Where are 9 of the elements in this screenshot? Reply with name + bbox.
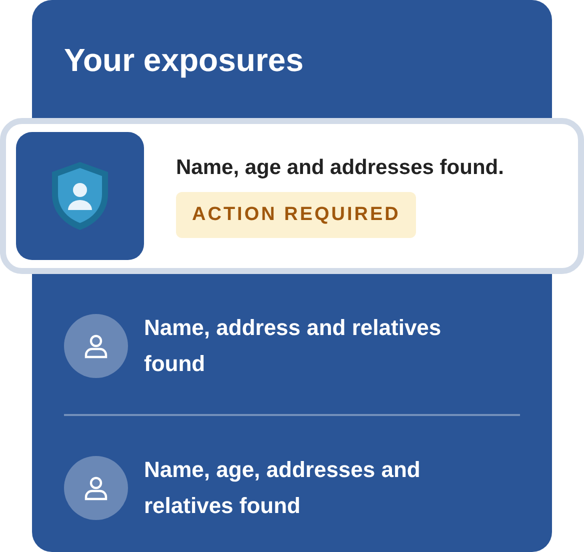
status-badge: ACTION REQUIRED [176, 192, 416, 238]
card-title: Your exposures [64, 41, 304, 80]
featured-exposure[interactable]: Name, age and addresses found. ACTION REQUIRED [0, 118, 584, 274]
shield-person-icon [50, 160, 110, 232]
person-icon [82, 332, 110, 360]
exposure-summary: Name, age and addresses found. [176, 155, 504, 181]
person-icon [82, 474, 110, 502]
exposure-text[interactable]: Name, address and relatives found [144, 310, 474, 382]
exposure-text[interactable]: Name, age, addresses and relatives found [144, 452, 474, 524]
